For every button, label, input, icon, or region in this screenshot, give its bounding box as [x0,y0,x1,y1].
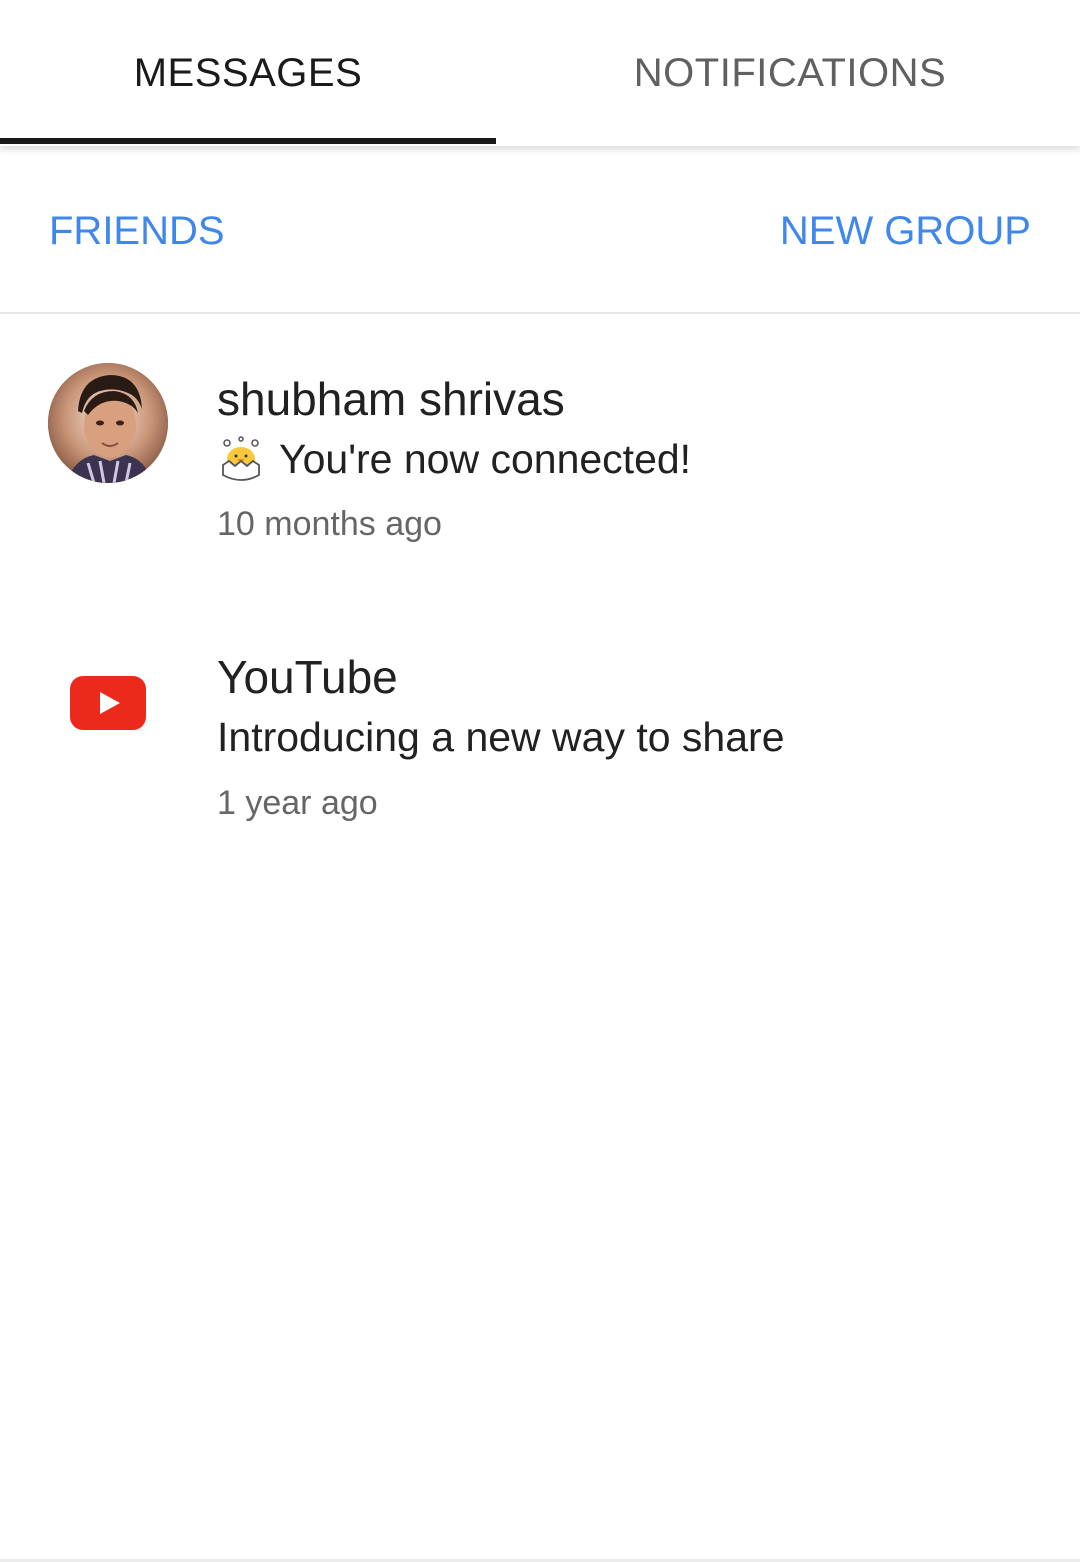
action-row: FRIENDS NEW GROUP [0,146,1080,314]
tab-notifications-label: NOTIFICATIONS [633,50,947,95]
tab-notifications[interactable]: NOTIFICATIONS [540,0,1040,146]
conversation-preview: Introducing a new way to share [217,712,785,762]
friends-button[interactable]: FRIENDS [49,208,225,254]
hatching-chick-icon [217,435,265,483]
active-tab-indicator [0,138,496,144]
conversation-time: 10 months ago [217,505,442,543]
conversation-item[interactable]: shubham shrivas You're now connected! 10… [0,316,1080,596]
user-avatar[interactable] [48,363,168,483]
youtube-avatar[interactable] [48,643,168,763]
tab-messages-label: MESSAGES [133,50,363,95]
conversation-time: 1 year ago [217,784,378,822]
youtube-logo-icon [70,676,146,730]
conversation-name: YouTube [217,651,398,703]
tab-messages[interactable]: MESSAGES [0,0,496,146]
conversation-preview-text: Introducing a new way to share [217,714,785,760]
conversation-preview-text: You're now connected! [279,436,692,482]
conversation-item[interactable]: YouTube Introducing a new way to share 1… [0,596,1080,876]
tab-bar: MESSAGES NOTIFICATIONS [0,0,1080,146]
conversation-preview: You're now connected! [217,434,691,484]
conversation-name: shubham shrivas [217,373,565,425]
new-group-button[interactable]: NEW GROUP [780,208,1031,254]
user-avatar-photo [48,363,168,483]
